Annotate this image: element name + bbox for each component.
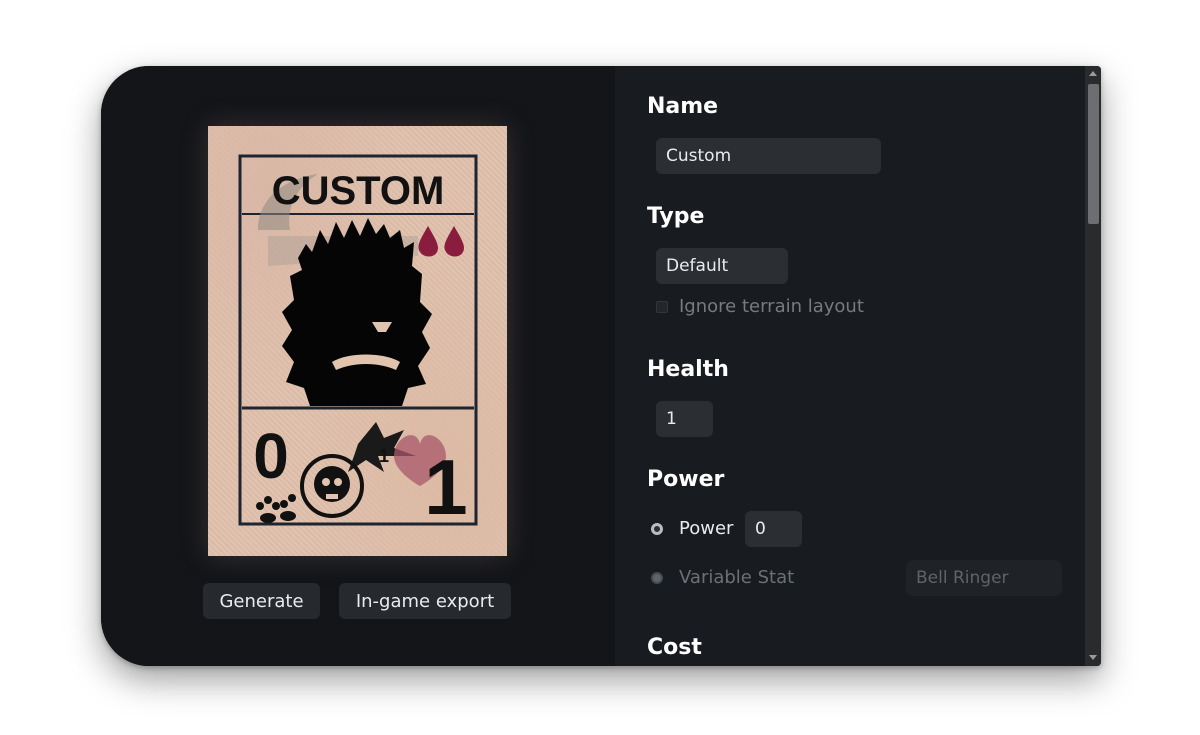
name-label: Name (647, 94, 719, 119)
attack-value: 0 (253, 420, 289, 492)
in-game-export-button[interactable]: In-game export (339, 583, 511, 619)
card-preview-pane: CUSTOM 0 1 1 Generate In-game export (101, 66, 615, 666)
paw-print-icon (256, 494, 296, 523)
cost-label: Cost (647, 635, 702, 660)
generate-button[interactable]: Generate (203, 583, 320, 619)
scroll-down-icon[interactable] (1089, 655, 1097, 660)
variable-stat-select[interactable]: Bell Ringer (906, 560, 1062, 596)
name-input[interactable]: Custom (656, 138, 881, 174)
scroll-thumb[interactable] (1088, 84, 1099, 224)
app-window: CUSTOM 0 1 1 Generate In-game export Nam… (101, 66, 1101, 666)
health-input[interactable]: 1 (656, 401, 713, 437)
ignore-terrain-label: Ignore terrain layout (679, 296, 864, 317)
type-label: Type (647, 204, 705, 229)
power-input[interactable]: 0 (745, 511, 802, 547)
scroll-up-icon[interactable] (1089, 71, 1097, 76)
variable-stat-option-label: Variable Stat (679, 567, 795, 588)
health-label: Health (647, 357, 729, 382)
variable-stat-radio[interactable] (651, 572, 663, 584)
power-radio[interactable] (651, 523, 663, 535)
blood-drop-icon (418, 226, 438, 257)
ignore-terrain-checkbox[interactable] (656, 301, 668, 313)
card-artwork: CUSTOM 0 1 1 (238, 154, 478, 531)
card-editor-form: Name Custom Type Default Ignore terrain … (615, 66, 1085, 666)
power-label: Power (647, 467, 725, 492)
sigil-number: 1 (379, 446, 389, 466)
power-option-label: Power (679, 518, 734, 539)
form-scrollbar[interactable] (1085, 66, 1101, 666)
card-preview: CUSTOM 0 1 1 (208, 126, 507, 556)
card-title: CUSTOM (272, 169, 445, 213)
type-select[interactable]: Default (656, 248, 788, 284)
blood-drop-icon (444, 226, 464, 257)
health-value: 1 (424, 443, 467, 531)
